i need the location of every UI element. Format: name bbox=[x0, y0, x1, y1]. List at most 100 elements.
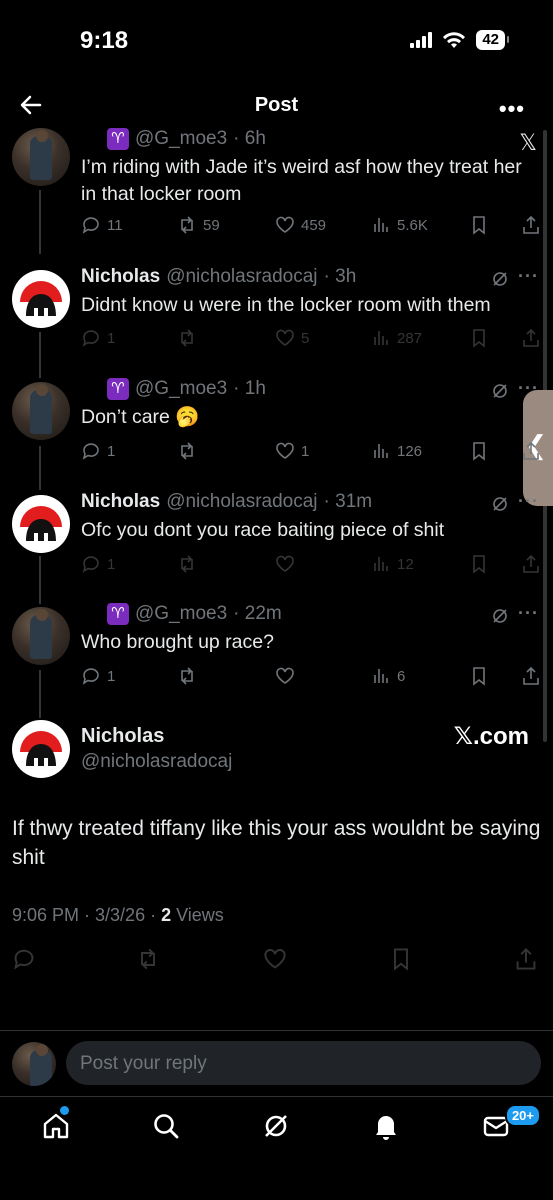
reply-button[interactable]: 11 bbox=[81, 215, 123, 235]
reply-count: 1 bbox=[107, 329, 116, 347]
home-icon[interactable] bbox=[40, 1110, 72, 1142]
spartan-helmet-icon bbox=[14, 497, 68, 551]
share-icon[interactable] bbox=[521, 215, 541, 235]
views-button[interactable]: 12 bbox=[371, 554, 414, 574]
views-button[interactable]: 287 bbox=[371, 328, 422, 348]
views-label: Views bbox=[171, 905, 224, 925]
grok-icon[interactable] bbox=[491, 495, 509, 513]
spartan-helmet-icon bbox=[14, 272, 68, 326]
avatar[interactable] bbox=[12, 270, 70, 328]
tweet-text: Don’t care 🥱 bbox=[81, 406, 200, 428]
views-icon bbox=[374, 669, 388, 683]
avatar[interactable] bbox=[12, 607, 70, 665]
more-icon[interactable]: ··· bbox=[518, 378, 539, 399]
handle[interactable]: @G_moe3 bbox=[135, 603, 227, 625]
grok-icon[interactable] bbox=[491, 382, 509, 400]
search-icon[interactable] bbox=[150, 1110, 182, 1142]
avatar[interactable] bbox=[12, 382, 70, 440]
reply-button[interactable]: 1 bbox=[81, 328, 115, 348]
share-icon[interactable] bbox=[521, 328, 541, 348]
notification-dot bbox=[60, 1106, 69, 1115]
repost-icon bbox=[181, 329, 193, 347]
bookmark-icon[interactable] bbox=[469, 554, 489, 574]
views-button[interactable]: 126 bbox=[371, 441, 422, 461]
views-button[interactable]: 6 bbox=[371, 666, 405, 686]
aries-emoji: ♈ bbox=[107, 128, 129, 150]
more-icon[interactable]: ··· bbox=[518, 491, 539, 512]
tweet-header: ♈ @G_moe3 · 1h bbox=[81, 378, 266, 400]
more-icon[interactable]: ··· bbox=[518, 603, 539, 624]
reply-button[interactable]: 1 bbox=[81, 441, 115, 461]
views-count: 5.6K bbox=[397, 216, 428, 234]
like-button[interactable] bbox=[275, 554, 295, 574]
bookmark-icon[interactable] bbox=[469, 215, 489, 235]
repost-icon bbox=[181, 442, 193, 460]
like-button[interactable]: 1 bbox=[275, 441, 309, 461]
more-icon[interactable]: ··· bbox=[518, 266, 539, 287]
repost-icon[interactable] bbox=[136, 947, 160, 971]
display-name[interactable]: Nicholas bbox=[81, 491, 160, 513]
thread-line bbox=[39, 190, 41, 254]
repost-button[interactable] bbox=[177, 666, 197, 686]
timestamp: · 3h bbox=[323, 266, 357, 287]
messages-badge: 20+ bbox=[504, 1104, 541, 1127]
timestamp: · 1h bbox=[233, 378, 266, 399]
handle[interactable]: @G_moe3 bbox=[135, 378, 227, 400]
share-icon[interactable] bbox=[521, 666, 541, 686]
display-name[interactable]: Nicholas bbox=[81, 725, 164, 748]
reply-icon[interactable] bbox=[12, 947, 36, 971]
reply-button[interactable]: 1 bbox=[81, 554, 115, 574]
bookmark-icon[interactable] bbox=[389, 947, 413, 971]
repost-icon bbox=[181, 555, 193, 573]
handle[interactable]: @nicholasradocaj bbox=[166, 491, 317, 513]
bookmark-icon[interactable] bbox=[469, 328, 489, 348]
like-count: 5 bbox=[301, 329, 310, 347]
like-button[interactable]: 459 bbox=[275, 215, 326, 235]
share-icon[interactable] bbox=[521, 554, 541, 574]
bell-icon[interactable] bbox=[370, 1110, 402, 1142]
reply-icon bbox=[82, 556, 99, 573]
grok-icon[interactable] bbox=[491, 607, 509, 625]
like-count: 1 bbox=[301, 442, 310, 460]
grok-icon[interactable] bbox=[260, 1110, 292, 1142]
tweet-text: Who brought up race? bbox=[81, 631, 274, 653]
like-count: 459 bbox=[301, 216, 327, 234]
post-meta: 9:06 PM · 3/3/26 · 2 Views bbox=[12, 905, 224, 926]
reply-icon bbox=[82, 217, 99, 234]
tweet-text: Didnt know u were in the locker room wit… bbox=[81, 294, 491, 316]
handle[interactable]: @nicholasradocaj bbox=[81, 751, 232, 773]
repost-button[interactable] bbox=[177, 441, 197, 461]
like-button[interactable] bbox=[275, 666, 295, 686]
like-icon[interactable] bbox=[263, 947, 287, 971]
repost-button[interactable] bbox=[177, 554, 197, 574]
views-button[interactable]: 5.6K bbox=[371, 215, 428, 235]
handle[interactable]: @nicholasradocaj bbox=[166, 266, 317, 288]
like-button[interactable]: 5 bbox=[275, 328, 309, 348]
timestamp: · 31m bbox=[323, 491, 373, 512]
reply-count: 11 bbox=[107, 216, 123, 234]
tweet-actions: 1 1 126 bbox=[81, 441, 541, 465]
grok-icon[interactable] bbox=[491, 270, 509, 288]
bookmark-icon[interactable] bbox=[469, 666, 489, 686]
reply-icon bbox=[82, 668, 99, 685]
tweet-actions: 1 5 287 bbox=[81, 328, 541, 352]
repost-button[interactable]: 59 bbox=[177, 215, 220, 235]
share-icon[interactable] bbox=[514, 947, 538, 971]
repost-button[interactable] bbox=[177, 328, 197, 348]
aries-emoji: ♈ bbox=[107, 378, 129, 400]
reply-button[interactable]: 1 bbox=[81, 666, 115, 686]
display-name[interactable]: Nicholas bbox=[81, 266, 160, 288]
share-icon[interactable] bbox=[521, 441, 541, 461]
aries-emoji: ♈ bbox=[107, 603, 129, 625]
avatar[interactable] bbox=[12, 128, 70, 186]
handle[interactable]: @G_moe3 bbox=[135, 128, 227, 150]
tweet-actions: 11 59 459 5.6K bbox=[81, 215, 541, 239]
bookmark-icon[interactable] bbox=[469, 441, 489, 461]
repost-icon bbox=[181, 216, 193, 234]
more-icon[interactable]: ••• bbox=[499, 96, 525, 122]
avatar[interactable] bbox=[12, 495, 70, 553]
avatar[interactable] bbox=[12, 720, 70, 778]
views-count: 6 bbox=[397, 667, 406, 685]
tweet-header: Nicholas @nicholasradocaj · 31m bbox=[81, 491, 372, 513]
repost-icon bbox=[181, 667, 193, 685]
